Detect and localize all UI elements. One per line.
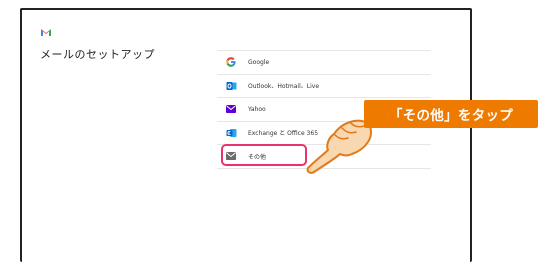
provider-label: Outlook、Hotmail、Live bbox=[248, 83, 320, 91]
exchange-icon bbox=[224, 126, 238, 140]
provider-outlook[interactable]: Outlook、Hotmail、Live bbox=[217, 75, 431, 98]
outlook-icon bbox=[224, 79, 238, 93]
google-icon bbox=[224, 55, 238, 69]
yahoo-mail-icon bbox=[224, 102, 238, 116]
provider-google[interactable]: Google bbox=[217, 50, 431, 75]
page-title: メールのセットアップ bbox=[40, 48, 155, 61]
highlight-box bbox=[221, 144, 307, 166]
gmail-logo-icon bbox=[40, 22, 52, 41]
provider-label: Yahoo bbox=[248, 105, 266, 113]
provider-label: Google bbox=[248, 58, 270, 66]
instruction-callout: 「その他」をタップ bbox=[364, 100, 538, 128]
